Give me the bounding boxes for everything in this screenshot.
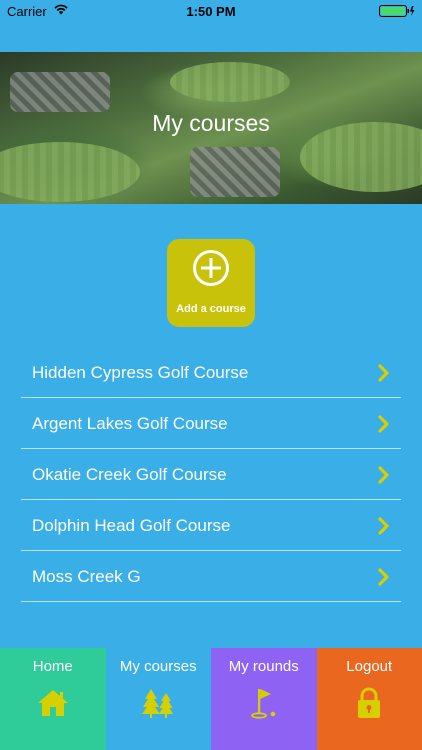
add-course-label: Add a course — [176, 303, 246, 315]
course-list-item[interactable]: Okatie Creek Golf Course — [21, 449, 401, 500]
course-name: Dolphin Head Golf Course — [32, 516, 231, 535]
lock-icon — [358, 687, 381, 718]
tab-label: Logout — [346, 658, 393, 675]
course-list-item[interactable]: Moss Creek G — [21, 551, 401, 602]
course-list-item[interactable]: Hidden Cypress Golf Course — [21, 347, 401, 398]
add-course-button[interactable]: Add a course — [167, 239, 255, 327]
course-list-item[interactable]: Dolphin Head Golf Course — [21, 500, 401, 551]
course-name: Argent Lakes Golf Course — [32, 414, 228, 433]
status-time: 1:50 PM — [186, 4, 236, 19]
tab-logout[interactable]: Logout — [316, 648, 422, 750]
tab-bar: Home My courses My rounds Logout — [0, 648, 422, 750]
banner-houses — [10, 72, 110, 112]
plus-circle-icon — [193, 250, 229, 286]
header-banner: My courses — [0, 52, 422, 204]
page-title: My courses — [152, 110, 270, 136]
golf-flag-icon — [250, 689, 276, 719]
battery-icon — [379, 5, 415, 17]
tab-my-courses[interactable]: My courses — [105, 648, 211, 750]
status-bar: Carrier 1:50 PM — [0, 0, 422, 22]
banner-fairway — [170, 62, 290, 102]
chevron-right-icon — [378, 466, 389, 484]
tab-label: Home — [32, 658, 73, 675]
course-name: Moss Creek G — [32, 567, 141, 586]
chevron-right-icon — [378, 568, 389, 586]
course-name: Hidden Cypress Golf Course — [32, 363, 249, 382]
chevron-right-icon — [378, 415, 389, 433]
tab-label: My rounds — [228, 658, 299, 675]
banner-fairway — [0, 142, 140, 202]
chevron-right-icon — [378, 364, 389, 382]
tab-label: My courses — [119, 658, 197, 675]
banner-houses — [190, 147, 280, 197]
course-list-item[interactable]: Argent Lakes Golf Course — [21, 398, 401, 449]
chevron-right-icon — [378, 517, 389, 535]
tab-my-rounds[interactable]: My rounds — [211, 648, 317, 750]
tab-home[interactable]: Home — [0, 648, 106, 750]
trees-icon — [142, 689, 174, 718]
course-name: Okatie Creek Golf Course — [32, 465, 227, 484]
course-list: Hidden Cypress Golf Course Argent Lakes … — [21, 347, 401, 602]
home-icon — [37, 690, 68, 716]
